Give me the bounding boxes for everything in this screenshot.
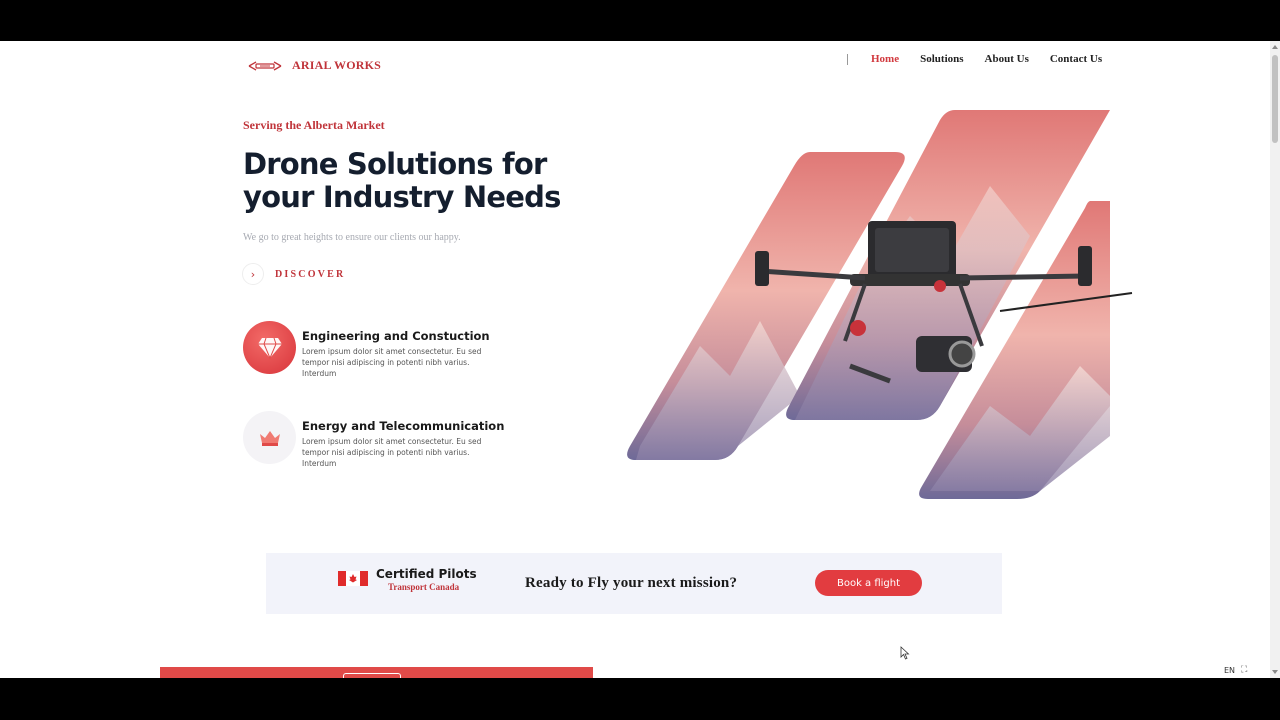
feature-item: Engineering and Constuction Lorem ipsum … [243,321,502,379]
cta-band: Certified Pilots Transport Canada Ready … [266,553,1002,614]
crown-icon [243,411,296,464]
nav-contact-us[interactable]: Contact Us [1050,53,1102,65]
scroll-thumb[interactable] [1272,55,1278,143]
nav-divider [847,53,848,65]
brand-logo[interactable]: ARIAL WORKS [248,58,381,73]
feature-item: Energy and Telecommunication Lorem ipsum… [243,411,504,469]
hero-eyebrow: Serving the Alberta Market [243,118,385,132]
chevron-right-icon: › [242,263,264,285]
discover-label: DISCOVER [275,268,346,280]
nav-about-us[interactable]: About Us [985,53,1029,65]
brand-name: ARIAL WORKS [292,58,382,72]
drone-logo-icon [248,60,282,71]
feature-description: Lorem ipsum dolor sit amet consectetur. … [302,437,482,468]
feature-title: Engineering and Constuction [302,329,490,343]
mouse-cursor-icon [900,646,910,660]
top-black-bar [0,0,1280,41]
diamond-icon [243,321,296,374]
scroll-up-icon[interactable] [1272,45,1278,49]
next-section-banner [160,667,593,678]
discover-button[interactable]: › DISCOVER [242,263,345,285]
feature-description: Lorem ipsum dolor sit amet consectetur. … [302,347,482,378]
language-label: EN [1224,665,1236,675]
cert-title: Certified Pilots [376,567,477,581]
page-scrollbar[interactable] [1270,41,1280,678]
hero-subtitle: We go to great heights to ensure our cli… [243,232,461,243]
canada-flag-icon [338,571,368,586]
landing-page: ARIAL WORKS Home Solutions About Us Cont… [0,41,1270,678]
certified-pilots-block: Certified Pilots Transport Canada [376,567,477,592]
feature-title: Energy and Telecommunication [302,419,505,433]
hero-title: Drone Solutions for your Industry Needs [243,147,561,214]
bottom-black-bar [0,678,1280,720]
book-flight-button[interactable]: Book a flight [815,570,922,596]
hero-drone-image [627,110,1133,499]
cta-question: Ready to Fly your next mission? [525,575,738,591]
scroll-down-icon[interactable] [1272,670,1278,674]
nav-home[interactable]: Home [871,53,899,65]
cert-subtitle: Transport Canada [388,582,460,592]
language-switcher[interactable]: EN ⛶ [1224,665,1247,675]
expand-icon[interactable]: ⛶ [1241,665,1247,675]
main-nav: Home Solutions About Us Contact Us [847,53,1123,65]
nav-solutions[interactable]: Solutions [920,53,963,65]
